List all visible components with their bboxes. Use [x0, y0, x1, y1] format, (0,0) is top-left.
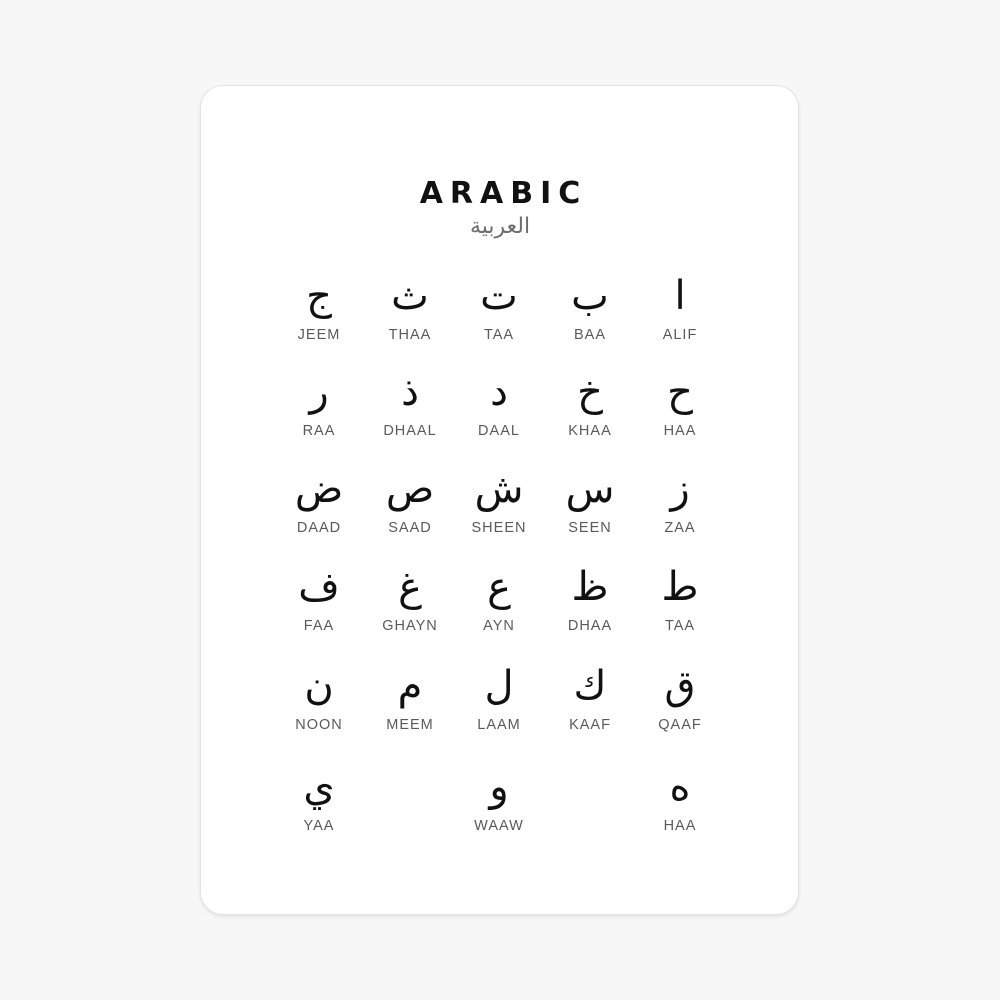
letter-glyph: ي — [303, 764, 335, 810]
letter-glyph: ف — [298, 564, 340, 610]
letter-name: NOON — [295, 717, 343, 733]
letter-name: DAAD — [296, 520, 342, 536]
letter-glyph: ج — [306, 273, 332, 319]
letter-cell: ج JEEM — [264, 270, 374, 350]
poster-subtitle-arabic: العربية — [469, 214, 531, 239]
letter-name: FAA — [303, 618, 335, 634]
letter-name: HAA — [663, 818, 697, 834]
letter-cell: ن NOON — [264, 660, 374, 740]
letter-name: JEEM — [297, 327, 341, 343]
letter-glyph: ر — [309, 369, 329, 415]
letter-glyph: ه — [669, 764, 691, 810]
letter-name: WAAW — [474, 818, 524, 834]
letter-cell: و WAAW — [444, 761, 554, 841]
letter-cell: ر RAA — [264, 366, 374, 446]
letter-cell: ه HAA — [625, 761, 735, 841]
letter-cell: ض DAAD — [264, 463, 374, 543]
letter-cell: ف FAA — [264, 561, 374, 641]
letter-cell: ي YAA — [264, 761, 374, 841]
letter-name: RAA — [302, 423, 336, 439]
poster-title: ARABIC — [419, 176, 588, 211]
letter-glyph: ن — [304, 663, 334, 709]
letter-name: YAA — [303, 818, 335, 834]
letter-glyph: و — [489, 764, 509, 810]
letter-glyph: ض — [294, 466, 344, 512]
